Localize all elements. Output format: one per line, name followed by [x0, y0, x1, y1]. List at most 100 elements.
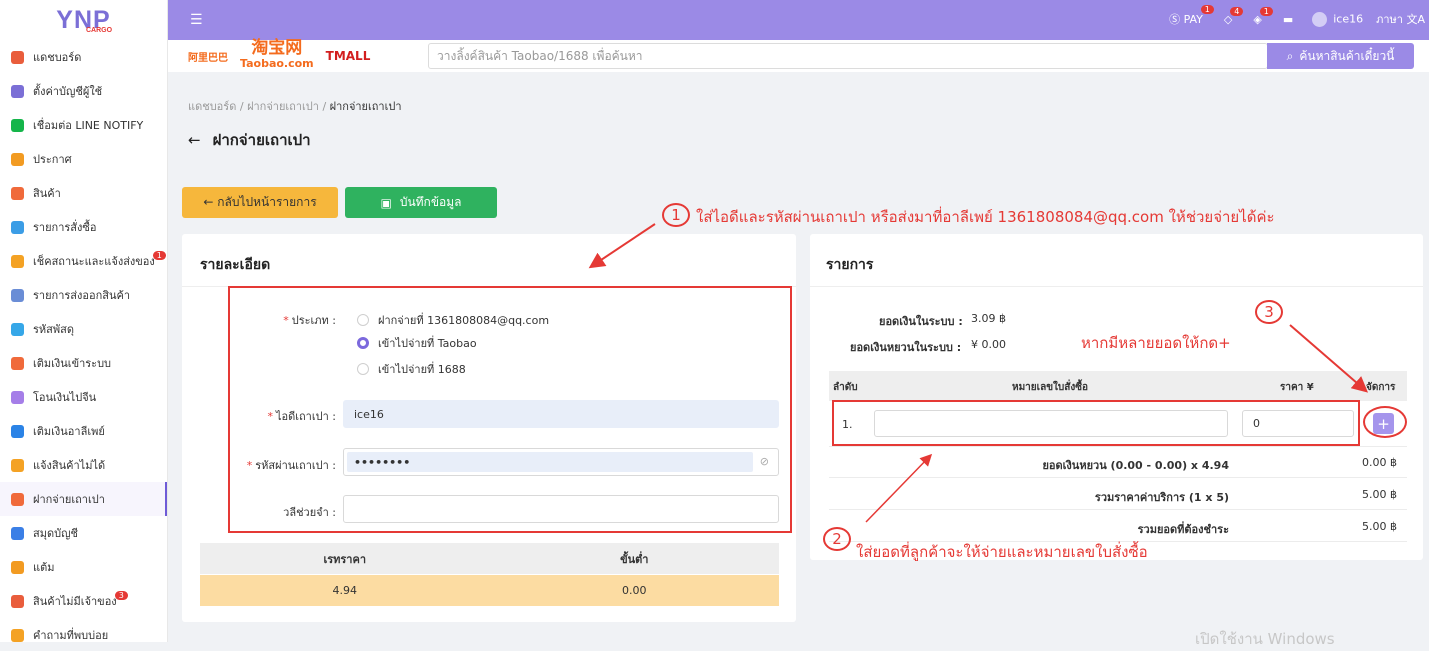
annotation-number-2: 2 — [823, 527, 851, 551]
sidebar-item-icon — [11, 458, 24, 472]
sidebar-item-label: เติมเงินเข้าระบบ — [33, 357, 112, 370]
windows-watermark: เปิดใช้งาน Windows — [1195, 630, 1335, 648]
sidebar-item-label: สมุดบัญชี — [33, 527, 78, 540]
sidebar-item-icon — [11, 492, 24, 506]
menu-toggle-icon[interactable]: ☰ — [190, 12, 203, 28]
annotation-box-account — [228, 286, 792, 533]
balance-value: 3.09 ฿ — [971, 312, 1006, 325]
breadcrumb-dashboard[interactable]: แดชบอร์ด — [188, 100, 236, 113]
total-label: รวมยอดที่ต้องชำระ — [1137, 523, 1229, 536]
sidebar-item[interactable]: เติมเงินอาลีเพย์ — [0, 414, 167, 448]
rate-table-row: 4.94 0.00 — [200, 575, 779, 606]
total-value: 5.00 ฿ — [1362, 520, 1397, 533]
user-menu[interactable]: ice16 — [1312, 11, 1363, 27]
sidebar-item-label: รายการส่งออกสินค้า — [33, 289, 131, 302]
total-row: รวมยอดที่ต้องชำระ 5.00 ฿ — [829, 511, 1407, 542]
total-row: ยอดเงินหยวน (0.00 - 0.00) x 4.94 0.00 ฿ — [829, 447, 1407, 478]
tag-icon[interactable]: ◇ 4 — [1224, 6, 1244, 26]
language-menu[interactable]: ภาษา 文A — [1376, 10, 1425, 28]
sidebar-item-icon — [11, 356, 24, 370]
sidebar-item[interactable]: ประกาศ — [0, 142, 167, 176]
sidebar-item-label: รหัสพัสดุ — [33, 323, 74, 336]
detail-title: รายละเอียด — [200, 257, 271, 273]
search-button[interactable]: ⌕ ค้นหาสินค้าเดี๋ยวนี้ — [1267, 43, 1414, 69]
sidebar-item[interactable]: แต้ม — [0, 550, 167, 584]
sidebar-item[interactable]: เชื่อมต่อ LINE NOTIFY — [0, 108, 167, 142]
sidebar-item[interactable]: ตั้งค่าบัญชีผู้ใช้ — [0, 74, 167, 108]
sidebar-item[interactable]: แจ้งสินค้าไม่ได้ — [0, 448, 167, 482]
sidebar-item[interactable]: คำถามที่พบบ่อย — [0, 618, 167, 642]
sidebar-item-icon — [11, 254, 24, 268]
save-icon: ▣ — [380, 195, 392, 210]
pay-badge: 1 — [1200, 5, 1214, 14]
sidebar-item-label: สินค้าไม่มีเจ้าของ — [33, 595, 117, 608]
page-title: ← ฝากจ่ายเถาเปา — [188, 131, 311, 149]
sidebar-item-label: ตั้งค่าบัญชีผู้ใช้ — [33, 85, 103, 98]
sidebar-item-icon — [11, 118, 24, 132]
sidebar-item[interactable]: เติมเงินเข้าระบบ — [0, 346, 167, 380]
sidebar-nav: แดชบอร์ดตั้งค่าบัญชีผู้ใช้เชื่อมต่อ LINE… — [0, 40, 167, 642]
sidebar-item-label: เชื่อมต่อ LINE NOTIFY — [33, 119, 144, 132]
sidebar-item-label: โอนเงินไปจีน — [33, 391, 97, 404]
col-price: ราคา ¥ — [1280, 382, 1314, 393]
col-no: ลำดับ — [833, 382, 858, 393]
items-title: รายการ — [826, 257, 874, 273]
avatar — [1312, 11, 1328, 27]
sidebar-item[interactable]: สินค้า — [0, 176, 167, 210]
pay-button[interactable]: Ⓢ PAY 1 — [1169, 5, 1214, 27]
balance-label: ยอดเงินในระบบ : — [879, 315, 963, 328]
annotation-text-3: หากมีหลายยอดให้กด+ — [1081, 334, 1231, 352]
sidebar-item-icon — [11, 152, 24, 166]
sidebar-item-icon — [11, 220, 24, 234]
total-label: ยอดเงินหยวน (0.00 - 0.00) x 4.94 — [1042, 459, 1229, 472]
sidebar-item[interactable]: ฝากจ่ายเถาเปา — [0, 482, 167, 516]
top-bar-actions: Ⓢ PAY 1 ◇ 4 ◈ 1 ▬ ice16 ภาษา 文A — [1169, 5, 1429, 28]
col-order-no: หมายเลขใบสั่งซื้อ — [1012, 382, 1089, 393]
tmall-logo: TMALL — [325, 49, 371, 63]
sidebar-item-icon — [11, 84, 24, 98]
sidebar-item-badge: 3 — [114, 590, 128, 600]
stack-icon[interactable]: ◈ 1 — [1253, 6, 1273, 26]
sidebar-item-icon — [11, 628, 24, 642]
sidebar-item-label: แดชบอร์ด — [33, 51, 82, 64]
annotation-circle-add — [1363, 406, 1407, 438]
sidebar-item-icon — [11, 526, 24, 540]
col-manage: จัดการ — [1366, 382, 1396, 393]
breadcrumb-current: ฝากจ่ายเถาเปา — [329, 100, 402, 113]
cart-icon[interactable]: ▬ — [1283, 13, 1293, 26]
sidebar-item-icon — [11, 560, 24, 574]
sidebar-item[interactable]: สินค้าไม่มีเจ้าของ 3 — [0, 584, 167, 618]
sidebar-item-label: เช็คสถานะและแจ้งส่งของ — [33, 255, 155, 268]
sidebar-item[interactable]: เช็คสถานะและแจ้งส่งของ 1 — [0, 244, 167, 278]
search-band: 阿里巴巴 淘宝网 Taobao.com TMALL วางลิ้งค์สินค้า… — [168, 40, 1429, 72]
sidebar-item-label: รายการสั่งซื้อ — [33, 221, 97, 234]
annotation-text-2: ใส่ยอดที่ลูกค้าจะให้จ่ายและหมายเลขใบสั่ง… — [856, 543, 1148, 561]
sidebar-item-icon — [11, 322, 24, 336]
total-value: 5.00 ฿ — [1362, 488, 1397, 501]
brand-logo[interactable]: YNP CARGO — [0, 0, 167, 40]
sidebar-item-label: เติมเงินอาลีเพย์ — [33, 425, 105, 438]
stack-badge: 1 — [1259, 6, 1273, 16]
sidebar-item-label: ประกาศ — [33, 153, 72, 166]
sidebar-item[interactable]: แดชบอร์ด — [0, 40, 167, 74]
back-to-list-button[interactable]: ← กลับไปหน้ารายการ — [182, 187, 338, 218]
sidebar-item[interactable]: รายการส่งออกสินค้า — [0, 278, 167, 312]
rate-table-header: เรทราคา ขั้นต่ำ — [200, 543, 779, 574]
sidebar-item-badge: 1 — [152, 250, 166, 260]
alibaba-logo: 阿里巴巴 — [188, 52, 228, 64]
save-button[interactable]: ▣ บันทึกข้อมูล — [345, 187, 497, 218]
sidebar-item[interactable]: สมุดบัญชี — [0, 516, 167, 550]
minimum-header: ขั้นต่ำ — [620, 552, 649, 566]
sidebar-item-label: คำถามที่พบบ่อย — [33, 629, 109, 642]
back-arrow-icon[interactable]: ← — [188, 131, 201, 149]
sidebar-item[interactable]: โอนเงินไปจีน — [0, 380, 167, 414]
sidebar-item-icon — [11, 390, 24, 404]
total-value: 0.00 ฿ — [1362, 456, 1397, 469]
breadcrumb: แดชบอร์ด / ฝากจ่ายเถาเปา / ฝากจ่ายเถาเปา — [188, 100, 402, 113]
search-input[interactable]: วางลิ้งค์สินค้า Taobao/1688 เพื่อค้นหา — [428, 43, 1268, 69]
breadcrumb-taobao-pay[interactable]: ฝากจ่ายเถาเปา — [247, 100, 319, 113]
sidebar-item-icon — [11, 288, 24, 302]
sidebar-item[interactable]: รหัสพัสดุ — [0, 312, 167, 346]
sidebar-item[interactable]: รายการสั่งซื้อ — [0, 210, 167, 244]
annotation-box-order — [832, 400, 1360, 446]
